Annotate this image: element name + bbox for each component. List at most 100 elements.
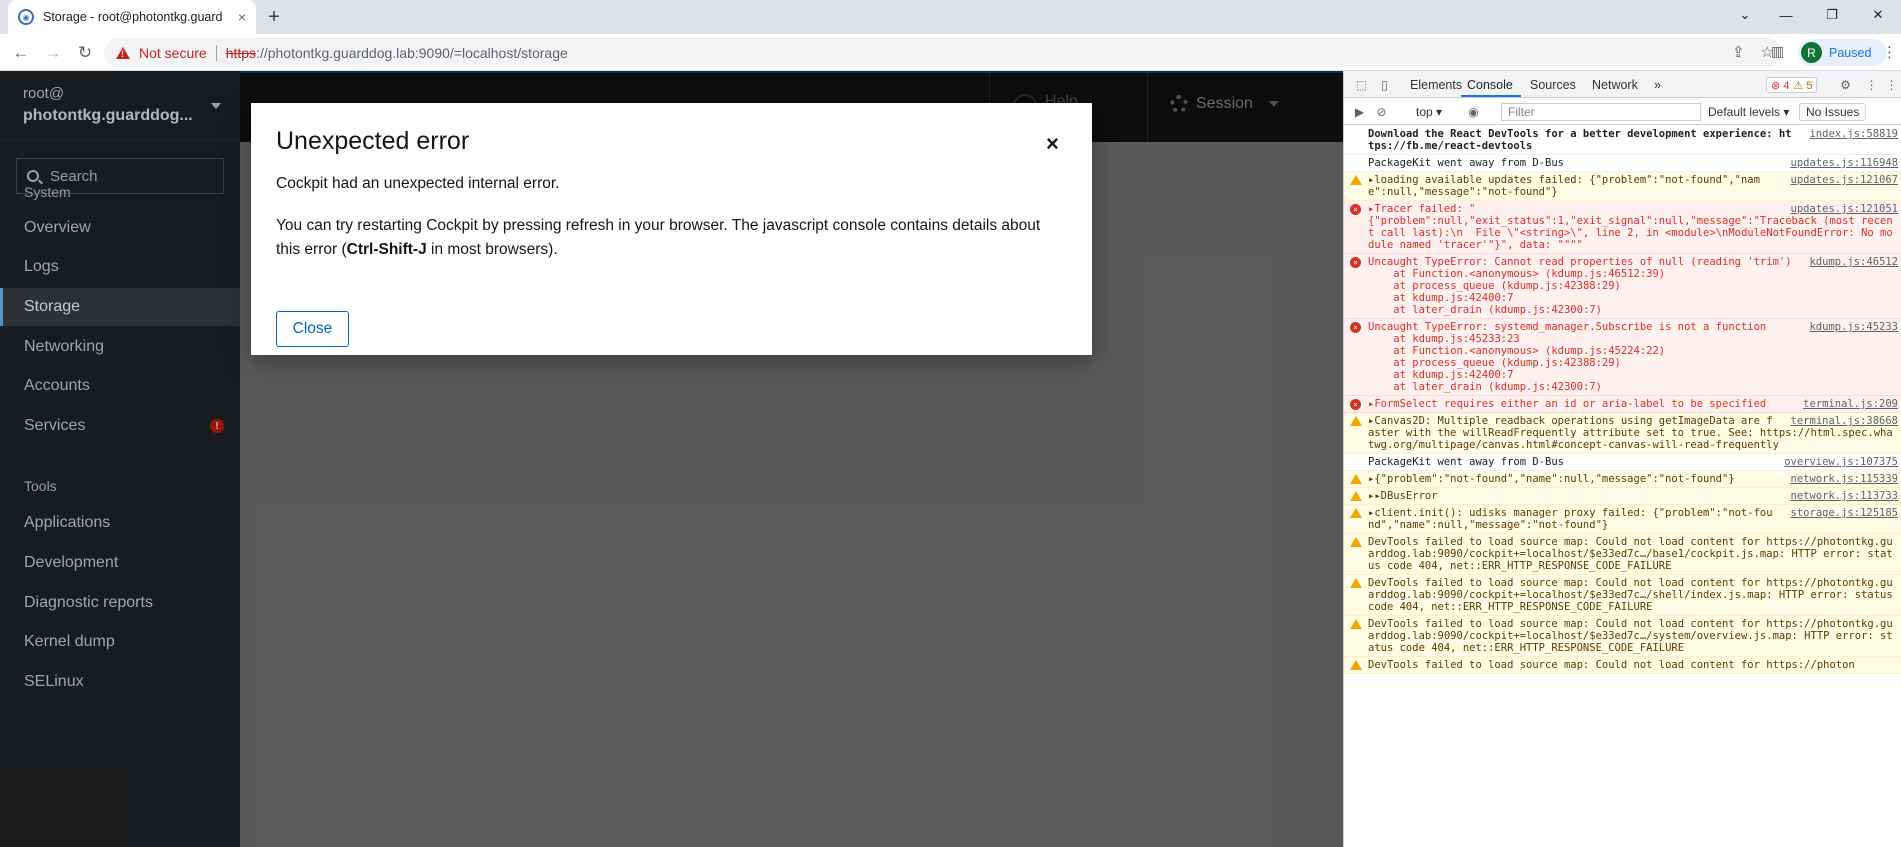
warning-icon: [1350, 660, 1362, 670]
source-link[interactable]: terminal.js:209: [1803, 398, 1898, 410]
window-controls: ⌄ — ❐ ✕: [1740, 0, 1901, 30]
sidebar-toggle-icon[interactable]: ▶: [1352, 104, 1367, 119]
source-link[interactable]: index.js:58819: [1809, 128, 1898, 140]
source-link[interactable]: terminal.js:38668: [1791, 415, 1898, 427]
console-message[interactable]: × terminal.js:209 ▸FormSelect requires eit…: [1344, 396, 1901, 413]
message-text: DevTools failed to load source map: Coul…: [1368, 577, 1900, 613]
console-message[interactable]: terminal.js:38668 ▸Canvas2D: Multiple rea…: [1344, 413, 1901, 454]
share-icon[interactable]: ⇪: [1732, 43, 1745, 61]
console-message[interactable]: overview.js:107375 PackageKit went away f…: [1344, 454, 1901, 471]
console-message[interactable]: × updates.js:121051 ▸Tracer failed: " {"pr…: [1344, 201, 1901, 254]
inspect-element-icon[interactable]: ⬚: [1354, 77, 1369, 92]
source-link[interactable]: updates.js:121067: [1791, 174, 1898, 186]
console-output[interactable]: index.js:58819 Download the React DevTool…: [1344, 126, 1901, 847]
new-tab-button[interactable]: +: [262, 6, 286, 28]
source-link[interactable]: updates.js:116948: [1791, 157, 1898, 169]
warning-icon: [1350, 537, 1362, 547]
security-label[interactable]: Not secure: [139, 45, 207, 61]
console-message[interactable]: index.js:58819 Download the React DevTool…: [1344, 126, 1901, 155]
issue-counter[interactable]: ⊗ 4 ⚠ 5: [1766, 77, 1818, 93]
warning-icon: [1350, 474, 1362, 484]
dialog-title: Unexpected error: [276, 127, 470, 155]
source-link[interactable]: kdump.js:46512: [1809, 256, 1898, 268]
tab-sources[interactable]: Sources: [1530, 78, 1576, 92]
console-message[interactable]: updates.js:121067 ▸loading available upda…: [1344, 172, 1901, 201]
console-message[interactable]: DevTools failed to load source map: Coul…: [1344, 616, 1901, 657]
error-icon: ×: [1350, 399, 1361, 410]
console-message[interactable]: storage.js:125185 ▸client.init(): udisks …: [1344, 505, 1901, 534]
warning-icon: [1350, 508, 1362, 518]
log-levels-dropdown[interactable]: Default levels ▾: [1708, 105, 1789, 119]
console-toolbar: ▶ ⊘ top ▾ ◉ Filter Default levels ▾ No I…: [1344, 99, 1901, 125]
devtools-panel: ⬚ ▯ Elements Console Sources Network » ⊗…: [1343, 71, 1901, 847]
forward-icon[interactable]: →: [40, 40, 66, 66]
source-link[interactable]: network.js:115339: [1791, 473, 1898, 485]
address-bar[interactable]: Not secure https://photontkg.guarddog.la…: [104, 38, 1782, 67]
clear-console-icon[interactable]: ⊘: [1374, 104, 1389, 119]
chrome-menu-icon[interactable]: ⋮: [1882, 43, 1897, 61]
error-icon: ×: [1350, 204, 1361, 215]
console-message[interactable]: network.js:113733 ▸▸DBusError: [1344, 488, 1901, 505]
console-message[interactable]: DevTools failed to load source map: Coul…: [1344, 534, 1901, 575]
warning-icon: [1350, 578, 1362, 588]
source-link[interactable]: kdump.js:45233: [1809, 321, 1898, 333]
url-text[interactable]: https://photontkg.guarddog.lab:9090/=loc…: [226, 45, 568, 61]
source-link[interactable]: network.js:113733: [1791, 490, 1898, 502]
close-icon[interactable]: ×: [1046, 133, 1059, 155]
minimize-icon[interactable]: —: [1763, 0, 1809, 30]
console-message[interactable]: updates.js:116948 PackageKit went away fr…: [1344, 155, 1901, 172]
tab-console[interactable]: Console: [1467, 78, 1513, 92]
console-message[interactable]: DevTools failed to load source map: Coul…: [1344, 657, 1901, 674]
message-text: DevTools failed to load source map: Coul…: [1368, 536, 1893, 572]
devtools-tabbar: ⬚ ▯ Elements Console Sources Network » ⊗…: [1344, 71, 1901, 98]
keyboard-shortcut: Ctrl-Shift-J: [346, 241, 427, 258]
dialog-message: Cockpit had an unexpected internal error…: [276, 175, 560, 192]
profile-button[interactable]: R Paused: [1798, 39, 1887, 66]
cockpit-page: root@ photontkg.guarddog... System Overv…: [0, 71, 1343, 847]
restore-icon[interactable]: ❐: [1809, 0, 1855, 30]
console-message[interactable]: DevTools failed to load source map: Coul…: [1344, 575, 1901, 616]
close-button[interactable]: Close: [276, 311, 349, 347]
filter-input[interactable]: Filter: [1501, 103, 1701, 121]
tab-network[interactable]: Network: [1592, 78, 1638, 92]
tab-elements[interactable]: Elements: [1410, 78, 1462, 92]
warning-icon: [1350, 175, 1362, 185]
browser-tab[interactable]: ◉ Storage - root@photontkg.guarddog.lab …: [8, 0, 256, 34]
console-message[interactable]: × kdump.js:45233 Uncaught TypeError: syste…: [1344, 319, 1901, 396]
warning-icon: [116, 46, 130, 59]
avatar: R: [1801, 42, 1822, 63]
back-icon[interactable]: ←: [8, 40, 34, 66]
window-close-icon[interactable]: ✕: [1855, 0, 1901, 30]
profile-status: Paused: [1829, 45, 1872, 60]
cockpit-favicon-icon: ◉: [18, 9, 34, 25]
source-link[interactable]: updates.js:121051: [1791, 203, 1898, 215]
tab-search-icon[interactable]: ⌄: [1727, 0, 1763, 30]
more-tabs-icon[interactable]: »: [1654, 78, 1661, 92]
source-link[interactable]: overview.js:107375: [1784, 456, 1898, 468]
more-options-icon[interactable]: ⋮: [1864, 77, 1879, 92]
settings-gear-icon[interactable]: ⚙: [1838, 77, 1853, 92]
dialog-detail: You can try restarting Cockpit by pressi…: [276, 217, 1041, 258]
error-icon: ×: [1350, 322, 1361, 333]
close-devtools-icon[interactable]: ⋮: [1884, 77, 1899, 92]
tab-close-icon[interactable]: ×: [238, 9, 246, 25]
warning-icon: [1350, 619, 1362, 629]
side-panel-icon[interactable]: ▥: [1771, 43, 1789, 61]
error-count: ⊗ 4: [1771, 79, 1790, 92]
message-text: DevTools failed to load source map: Coul…: [1368, 618, 1893, 654]
console-message[interactable]: network.js:115339 ▸{"problem":"not-found"…: [1344, 471, 1901, 488]
error-icon: ×: [1350, 257, 1361, 268]
context-selector[interactable]: top ▾: [1416, 105, 1442, 119]
console-message[interactable]: × kdump.js:46512 Uncaught TypeError: Canno…: [1344, 254, 1901, 319]
source-link[interactable]: storage.js:125185: [1791, 507, 1898, 519]
issues-button[interactable]: No Issues: [1799, 103, 1867, 121]
warning-icon: [1350, 416, 1362, 426]
error-dialog: Unexpected error × Cockpit had an unexpe…: [251, 103, 1092, 355]
device-toolbar-icon[interactable]: ▯: [1377, 77, 1392, 92]
eye-icon[interactable]: ◉: [1466, 104, 1481, 119]
omnibox-actions: ⇪ ☆: [1732, 43, 1774, 61]
message-text: DevTools failed to load source map: Coul…: [1368, 659, 1855, 671]
reload-icon[interactable]: ↻: [72, 40, 98, 66]
active-tab-indicator: [1461, 95, 1521, 97]
divider: [215, 44, 217, 61]
